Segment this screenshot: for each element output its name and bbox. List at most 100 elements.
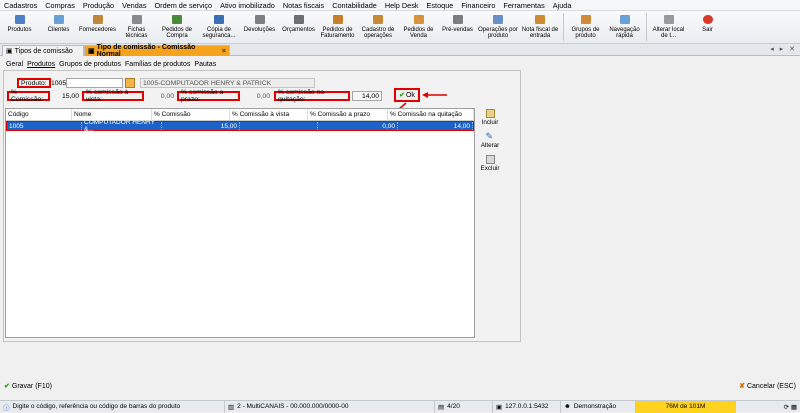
excluir-button[interactable]: Excluir <box>478 155 502 172</box>
toolbar-separator <box>646 13 647 41</box>
subtab-item[interactable]: Produtos <box>27 61 55 68</box>
toolbar-button[interactable]: Pré-vendas <box>438 11 477 44</box>
users-icon <box>53 14 65 25</box>
table-row[interactable]: 1005 COMPUTADOR HENRY &... 15,00 0,00 14… <box>6 119 474 133</box>
subtab-item[interactable]: Pautas <box>194 61 216 68</box>
subtab-item[interactable]: Famílias de produtos <box>125 61 190 68</box>
toolbar-button[interactable]: Navegação rápida <box>605 11 644 44</box>
toolbar-button[interactable]: Alterar local de t... <box>649 11 688 44</box>
toolbar-button[interactable]: Pedidos de Venda <box>399 11 438 44</box>
ok-button[interactable]: ✔ Ok <box>394 88 420 102</box>
cell-prazo: 0,00 <box>318 122 398 130</box>
delete-icon <box>485 155 495 164</box>
toolbar-separator <box>563 13 564 41</box>
prazo-field[interactable]: 0,00 <box>242 91 272 101</box>
quitacao-field[interactable]: 14,00 <box>352 91 382 101</box>
menu-item[interactable]: Financeiro <box>461 1 495 10</box>
menu-item[interactable]: Ajuda <box>553 1 572 10</box>
col-quitacao[interactable]: % Comissão na quitação <box>388 109 474 120</box>
produto-code[interactable]: 1005 <box>49 78 66 88</box>
search-icon[interactable] <box>125 78 135 88</box>
produto-input[interactable] <box>66 78 123 88</box>
menu-item[interactable]: Estoque <box>427 1 454 10</box>
comissao-field[interactable]: 15,00 <box>51 91 81 101</box>
menu-item[interactable]: Cadastros <box>4 1 37 10</box>
incluir-button[interactable]: Incluir <box>478 109 502 126</box>
doc-icon: ▣ <box>88 48 95 55</box>
menu-item[interactable]: Produção <box>83 1 114 10</box>
subtab-item[interactable]: Grupos de produtos <box>59 61 121 68</box>
status-server: ▣ 127.0.0.1:5432 <box>493 400 561 413</box>
toolbar-button[interactable]: Fichas técnicas <box>117 11 156 44</box>
return-icon <box>254 14 266 25</box>
subtab-item[interactable]: Geral <box>6 61 23 68</box>
nf-icon <box>534 14 546 25</box>
server-icon: ▣ <box>496 403 503 411</box>
add-icon <box>485 109 495 118</box>
vista-field[interactable]: 0,00 <box>146 91 176 101</box>
status-bar: ⓘ Digite o código, referência ou código d… <box>0 400 800 413</box>
menu-item[interactable]: Help Desk <box>385 1 419 10</box>
toolbar-button[interactable]: Produtos <box>0 11 39 44</box>
toolbar-button[interactable]: Devoluções <box>240 11 279 44</box>
check-icon: ✔ <box>4 383 10 390</box>
close-icon[interactable]: × <box>222 48 226 55</box>
sheet-icon <box>131 14 143 25</box>
commission-grid[interactable]: Código Nome % Comissão % Comissão à vist… <box>5 108 475 338</box>
user-icon: ☻ <box>564 403 571 410</box>
grid-header: Código Nome % Comissão % Comissão à vist… <box>6 109 474 121</box>
toolbar-button[interactable]: Pedidos de Compra <box>156 11 198 44</box>
toolbar-button[interactable]: Fornecedores <box>78 11 117 44</box>
page-icon: ▤ <box>438 403 445 411</box>
menu-item[interactable]: Ativo imobilizado <box>220 1 275 10</box>
tab-navigation[interactable]: ◂ ▸ ✕ <box>770 45 797 53</box>
menu-item[interactable]: Notas fiscais <box>283 1 324 10</box>
toolbar-button[interactable]: Operações por produto <box>477 11 519 44</box>
check-icon: ✔ <box>399 92 405 99</box>
gravar-button[interactable]: ✔ Gravar (F10) <box>4 382 52 391</box>
toolbar-button[interactable]: Cadastro de operações <box>357 11 399 44</box>
pencil-icon: ✎ <box>485 131 494 141</box>
tab-comissao-normal[interactable]: ▣ Tipo de comissão - Comissão Normal × <box>84 44 230 58</box>
menu-item[interactable]: Compras <box>45 1 75 10</box>
pre-sale-icon <box>452 14 464 25</box>
toolbar-button[interactable]: Sair <box>688 11 727 44</box>
tab-tipos-de-comissao[interactable]: ▣ Tipos de comissão <box>2 45 84 56</box>
toolbar-button[interactable]: Pedidos de Faturamento <box>318 11 357 44</box>
status-icons: ⟳ ▦ <box>736 401 800 413</box>
invoice-icon <box>332 14 344 25</box>
ops-product-icon <box>492 14 504 25</box>
sale-icon <box>413 14 425 25</box>
col-prazo[interactable]: % Comissão a prazo <box>308 109 388 120</box>
status-hint: ⓘ Digite o código, referência ou código d… <box>0 400 225 413</box>
status-memory: 76M de 101M <box>636 400 736 413</box>
ops-icon <box>372 14 384 25</box>
col-comissao[interactable]: % Comissão <box>152 109 230 120</box>
toolbar: Produtos Clientes Fornecedores Fichas técni… <box>0 11 800 44</box>
toolbar-button[interactable]: Nota fiscal de entrada <box>519 11 561 44</box>
status-page: ▤ 4/20 <box>435 400 493 413</box>
col-vista[interactable]: % Comissão à vista <box>230 109 308 120</box>
footer-actions: ✔ Gravar (F10) ✘ Cancelar (ESC) <box>0 378 800 394</box>
alterar-button[interactable]: ✎ Alterar <box>478 131 502 150</box>
cell-quitacao: 14,00 <box>398 122 473 130</box>
produto-label: Produto: <box>17 78 51 88</box>
building-icon: ▥ <box>228 403 235 411</box>
menu-item[interactable]: Vendas <box>122 1 146 10</box>
refresh-icon[interactable]: ⟳ ▦ <box>784 403 797 411</box>
sub-tabs: Geral Produtos Grupos de produtos Famílias … <box>6 61 220 68</box>
toolbar-button[interactable]: Grupos de produto <box>566 11 605 44</box>
cell-nome: COMPUTADOR HENRY &... <box>82 119 162 133</box>
prazo-label: % comissão a prazo: <box>177 89 240 103</box>
toolbar-button[interactable]: Orçamentos <box>279 11 318 44</box>
menu-item[interactable]: Ferramentas <box>503 1 544 10</box>
disk-icon <box>213 14 225 25</box>
toolbar-button[interactable]: Clientes <box>39 11 78 44</box>
exit-icon <box>702 14 714 25</box>
toolbar-button[interactable]: Cópia de seguranca... <box>198 11 240 44</box>
menu-item[interactable]: Ordem de serviço <box>154 1 212 10</box>
cell-codigo: 1005 <box>7 122 82 130</box>
col-codigo[interactable]: Código <box>6 109 72 120</box>
cancelar-button[interactable]: ✘ Cancelar (ESC) <box>739 382 796 391</box>
menu-item[interactable]: Contabilidade <box>332 1 377 10</box>
